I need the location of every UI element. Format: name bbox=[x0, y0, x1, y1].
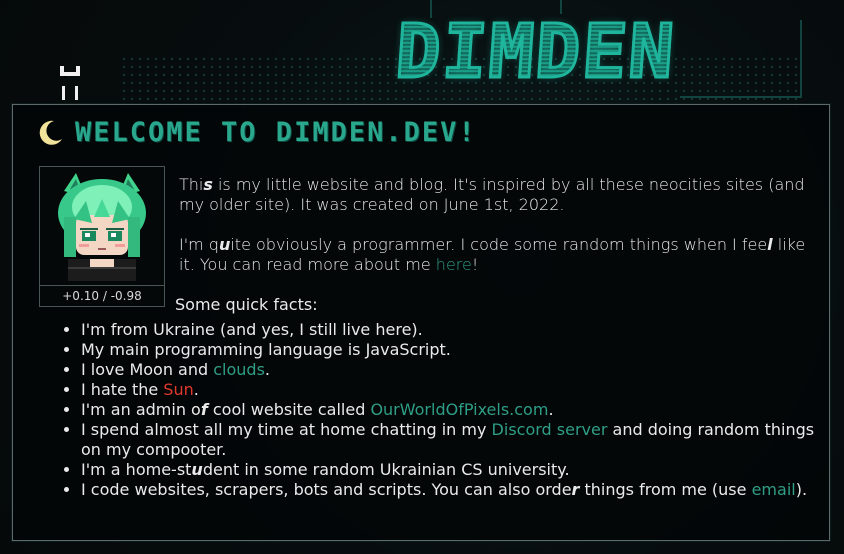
site-logo[interactable]: DIMDEN bbox=[391, 8, 679, 97]
clouds-link[interactable]: clouds bbox=[213, 360, 265, 379]
page-title: WELCOME TO DIMDEN.DEV! bbox=[75, 117, 477, 148]
list-item: I'm from Ukraine (and yes, I still live … bbox=[81, 320, 821, 340]
discord-server-link[interactable]: Discord server bbox=[492, 420, 608, 439]
facts-heading: Some quick facts: bbox=[175, 295, 318, 314]
welcome-heading: WELCOME TO DIMDEN.DEV! bbox=[35, 117, 477, 148]
ourworldofpixels-link[interactable]: OurWorldOfPixels.com bbox=[370, 400, 548, 419]
rating-score: +0.10 / -0.98 bbox=[40, 285, 164, 308]
list-item: I'm a home-student in some random Ukrain… bbox=[81, 460, 821, 480]
list-item: I love Moon and clouds. bbox=[81, 360, 821, 380]
avatar[interactable] bbox=[46, 171, 158, 281]
about-me-link[interactable]: here bbox=[436, 255, 472, 274]
welcome-panel: WELCOME TO DIMDEN.DEV! +0.10 / -0.98 Thi… bbox=[12, 104, 830, 541]
background-circuit-line bbox=[680, 96, 800, 98]
intro-paragraph-1: This is my little website and blog. It's… bbox=[179, 175, 805, 214]
list-item: I spend almost all my time at home chatt… bbox=[81, 420, 821, 460]
list-item: My main programming language is JavaScri… bbox=[81, 340, 821, 360]
sun-link[interactable]: Sun bbox=[163, 380, 193, 399]
list-item: I'm an admin of cool website called OurW… bbox=[81, 400, 821, 420]
list-item: I code websites, scrapers, bots and scri… bbox=[81, 480, 821, 500]
pixel-cat-icon bbox=[58, 66, 88, 102]
list-item: I hate the Sun. bbox=[81, 380, 821, 400]
intro-text: This is my little website and blog. It's… bbox=[179, 175, 819, 295]
facts-list: I'm from Ukraine (and yes, I still live … bbox=[53, 320, 821, 500]
intro-paragraph-2: I'm quite obviously a programmer. I code… bbox=[179, 235, 806, 274]
avatar-card: +0.10 / -0.98 bbox=[39, 166, 165, 307]
email-link[interactable]: email bbox=[752, 480, 796, 499]
crescent-moon-icon bbox=[39, 120, 62, 145]
background-circuit-line bbox=[800, 20, 802, 98]
